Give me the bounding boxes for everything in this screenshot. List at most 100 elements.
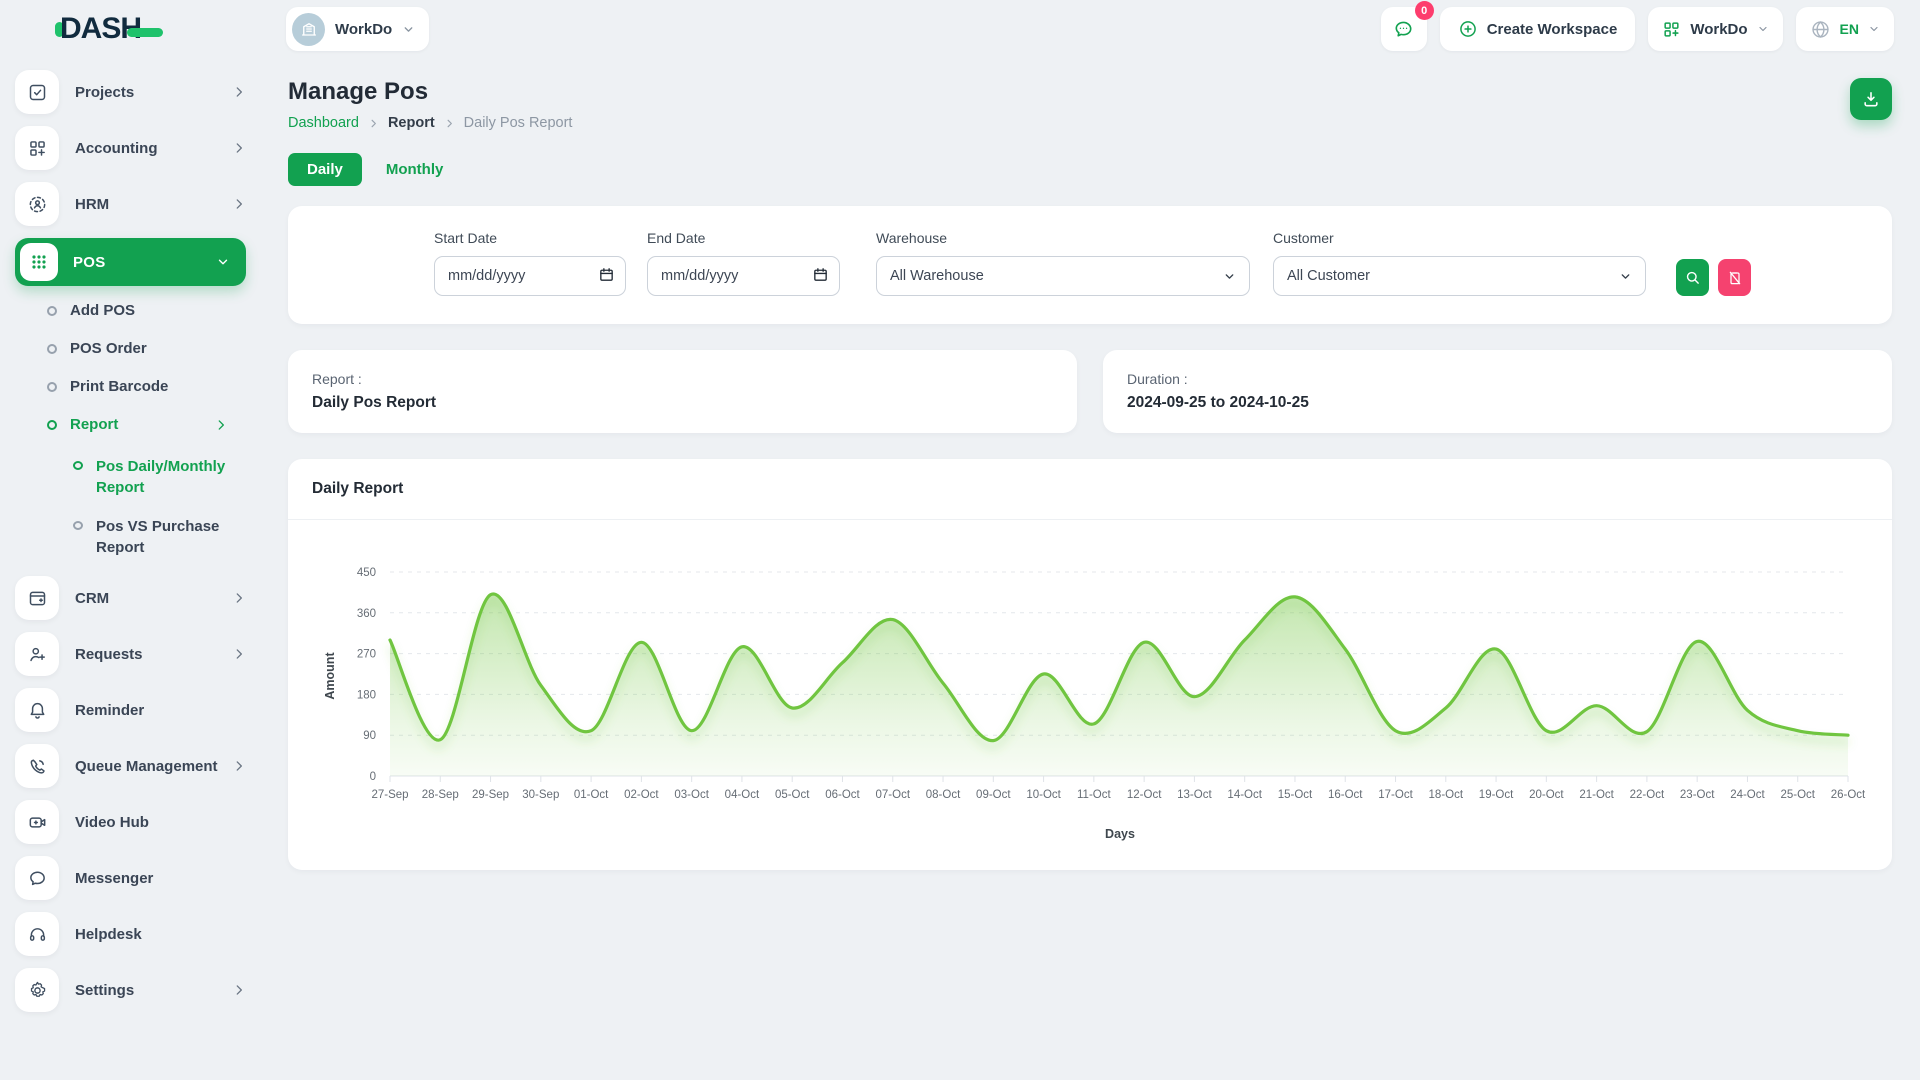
tab-monthly[interactable]: Monthly: [386, 161, 444, 178]
sidebar-item-pos-order[interactable]: POS Order: [47, 340, 246, 357]
sidebar-item-reminder[interactable]: Reminder: [15, 688, 246, 732]
bullet-icon: [47, 344, 57, 354]
svg-text:01-Oct: 01-Oct: [574, 789, 609, 801]
svg-text:03-Oct: 03-Oct: [674, 789, 709, 801]
workspace-menu-label: WorkDo: [1690, 21, 1747, 38]
chevron-down-icon: [1223, 270, 1236, 283]
sidebar-item-hrm[interactable]: HRM: [15, 182, 246, 226]
sidebar-item-label: Video Hub: [75, 814, 149, 831]
dots-grid-icon: [29, 252, 49, 272]
sidebar-item-label: Settings: [75, 982, 134, 999]
user-plus-icon: [27, 644, 48, 665]
svg-text:26-Oct: 26-Oct: [1831, 789, 1866, 801]
chevron-down-icon: [1619, 270, 1632, 283]
svg-text:17-Oct: 17-Oct: [1378, 789, 1413, 801]
user-dashed-circle-icon: [27, 194, 48, 215]
sidebar-item-queue-management[interactable]: Queue Management: [15, 744, 246, 788]
svg-text:180: 180: [357, 689, 376, 701]
sidebar-item-projects[interactable]: Projects: [15, 70, 246, 114]
breadcrumb: Dashboard Report Daily Pos Report: [288, 115, 572, 131]
chart-title: Daily Report: [288, 459, 1892, 520]
sidebar-item-accounting[interactable]: Accounting: [15, 126, 246, 170]
chevron-down-icon: [216, 255, 230, 269]
sidebar-item-label: Accounting: [75, 140, 158, 157]
svg-text:90: 90: [363, 730, 376, 742]
svg-text:10-Oct: 10-Oct: [1026, 789, 1061, 801]
chevron-right-icon: [368, 118, 379, 129]
end-date-input[interactable]: [647, 256, 840, 296]
bullet-icon: [47, 420, 57, 430]
sidebar-item-pos-vs-purchase-report[interactable]: Pos VS Purchase Report: [73, 516, 246, 558]
logo-accent-dash: [127, 28, 163, 37]
customer-label: Customer: [1273, 230, 1646, 246]
sidebar-item-print-barcode[interactable]: Print Barcode: [47, 378, 246, 395]
duration-label: Duration :: [1127, 371, 1868, 387]
app-logo[interactable]: DASH: [55, 12, 163, 46]
svg-text:29-Sep: 29-Sep: [472, 789, 509, 801]
language-selector[interactable]: EN: [1796, 7, 1894, 51]
messages-count-badge: 0: [1415, 1, 1434, 20]
sidebar-item-video-hub[interactable]: Video Hub: [15, 800, 246, 844]
svg-text:30-Sep: 30-Sep: [522, 789, 559, 801]
start-date-input[interactable]: [434, 256, 626, 296]
sidebar-item-requests[interactable]: Requests: [15, 632, 246, 676]
messages-button[interactable]: 0: [1381, 7, 1427, 51]
download-report-button[interactable]: [1850, 78, 1892, 120]
svg-text:16-Oct: 16-Oct: [1328, 789, 1363, 801]
report-summary-card: Report : Daily Pos Report: [288, 350, 1077, 433]
breadcrumb-current: Daily Pos Report: [464, 115, 573, 131]
warehouse-label: Warehouse: [876, 230, 1250, 246]
search-button[interactable]: [1676, 259, 1709, 296]
svg-text:04-Oct: 04-Oct: [725, 789, 760, 801]
workspace-menu-button[interactable]: WorkDo: [1648, 7, 1782, 51]
svg-text:270: 270: [357, 649, 376, 661]
topbar-actions: 0 Create Workspace WorkDo: [1381, 7, 1894, 51]
breadcrumb-dashboard-link[interactable]: Dashboard: [288, 115, 359, 131]
filter-card: Start Date End Date: [288, 206, 1892, 324]
chart-x-axis-labels: 27-Sep28-Sep29-Sep30-Sep01-Oct02-Oct03-O…: [371, 789, 1866, 801]
page-title: Manage Pos: [288, 78, 572, 106]
svg-text:13-Oct: 13-Oct: [1177, 789, 1212, 801]
workspace-avatar: [292, 13, 325, 46]
sidebar-item-crm[interactable]: CRM: [15, 576, 246, 620]
sidebar-item-pos[interactable]: POS: [15, 238, 246, 286]
sidebar-item-label: CRM: [75, 590, 109, 607]
globe-icon: [1810, 19, 1831, 40]
create-workspace-label: Create Workspace: [1487, 21, 1618, 38]
report-value: Daily Pos Report: [312, 394, 1053, 412]
chevron-right-icon: [232, 197, 246, 211]
warehouse-select[interactable]: All Warehouse: [876, 256, 1250, 296]
tab-daily[interactable]: Daily: [288, 153, 362, 186]
sidebar: Projects Accounting HRM POS Add POS: [0, 58, 262, 1080]
sidebar-item-settings[interactable]: Settings: [15, 968, 246, 1012]
create-workspace-button[interactable]: Create Workspace: [1440, 7, 1636, 51]
reset-filter-button[interactable]: [1718, 259, 1751, 296]
end-date-label: End Date: [647, 230, 840, 246]
bullet-icon: [73, 461, 83, 470]
duration-value: 2024-09-25 to 2024-10-25: [1127, 394, 1868, 412]
sidebar-item-pos-daily-monthly-report[interactable]: Pos Daily/Monthly Report: [73, 456, 246, 498]
sidebar-item-label: POS: [73, 254, 106, 271]
report-label: Report :: [312, 371, 1053, 387]
svg-text:19-Oct: 19-Oct: [1479, 789, 1514, 801]
check-square-icon: [27, 82, 48, 103]
sidebar-item-label: Messenger: [75, 870, 153, 887]
sidebar-item-helpdesk[interactable]: Helpdesk: [15, 912, 246, 956]
workspace-switcher[interactable]: WorkDo: [286, 7, 429, 51]
breadcrumb-report-link[interactable]: Report: [388, 115, 435, 131]
customer-select[interactable]: All Customer: [1273, 256, 1646, 296]
chevron-right-icon: [232, 85, 246, 99]
sidebar-item-add-pos[interactable]: Add POS: [47, 302, 246, 319]
sidebar-item-messenger[interactable]: Messenger: [15, 856, 246, 900]
sidebar-item-report[interactable]: Report: [47, 416, 246, 433]
chevron-down-icon: [1757, 23, 1769, 35]
gear-icon: [27, 980, 48, 1001]
chevron-down-icon: [1868, 23, 1880, 35]
sidebar-item-label: Helpdesk: [75, 926, 142, 943]
x-axis-title: Days: [1105, 827, 1135, 841]
svg-text:14-Oct: 14-Oct: [1227, 789, 1262, 801]
headphones-icon: [27, 924, 48, 945]
svg-text:0: 0: [370, 771, 376, 783]
chat-bubble-icon: [1392, 18, 1415, 41]
video-camera-icon: [27, 812, 48, 833]
